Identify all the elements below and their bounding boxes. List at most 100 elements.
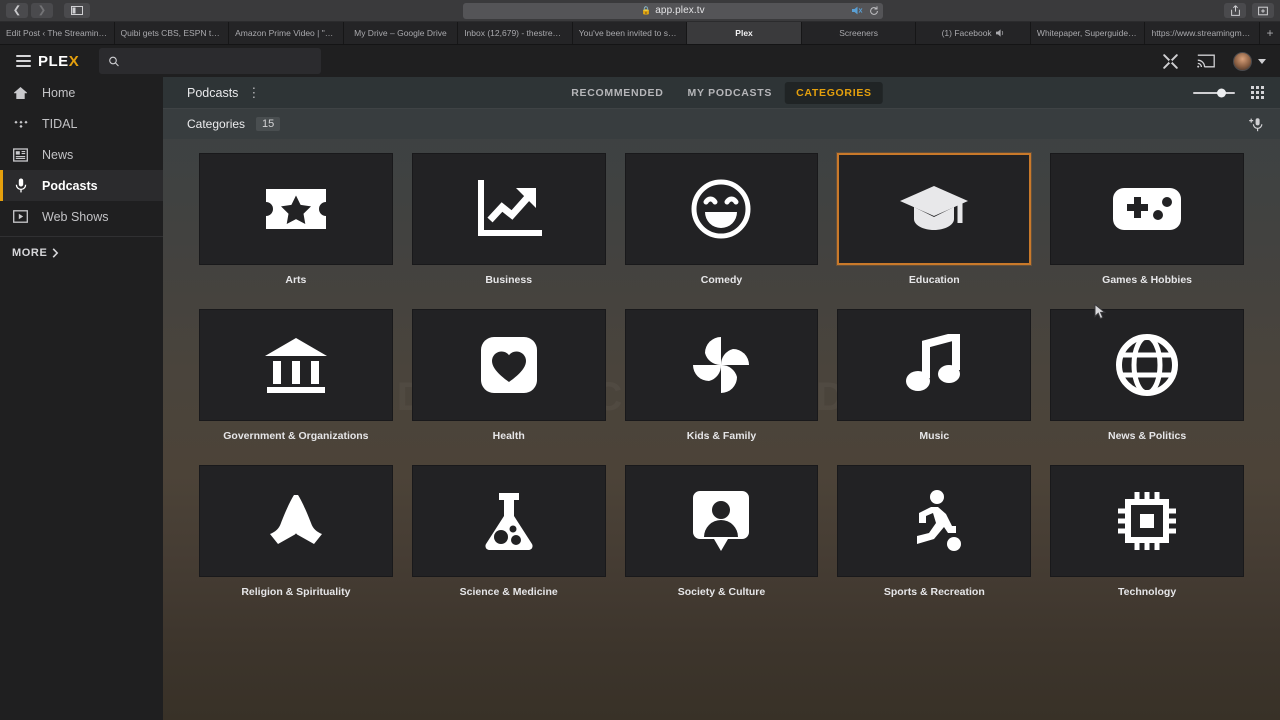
category-tile-society-culture[interactable]: Society & Culture [624, 465, 819, 598]
add-microphone-icon [1249, 118, 1263, 132]
top-bar-actions [1162, 51, 1280, 71]
new-tab-button[interactable] [1252, 3, 1274, 18]
tab-recommended[interactable]: RECOMMENDED [560, 82, 674, 104]
cast-button[interactable] [1197, 54, 1215, 68]
plex-logo-accent: X [68, 52, 80, 70]
sidebar-item-web-shows[interactable]: Web Shows [0, 201, 163, 232]
tile-artwork [199, 465, 393, 577]
browser-tab[interactable]: Whitepaper, Superguides, R... [1031, 22, 1146, 44]
slider-knob[interactable] [1217, 88, 1226, 97]
chevron-down-icon[interactable] [1258, 58, 1266, 64]
tile-label: Society & Culture [677, 586, 766, 598]
wrench-screwdriver-icon [1163, 53, 1178, 69]
browser-tab-label: Quibi gets CBS, ESPN to sig... [120, 28, 223, 38]
browser-tab[interactable]: My Drive – Google Drive [344, 22, 459, 44]
browser-tab-label: You've been invited to share... [578, 28, 681, 38]
tile-size-slider[interactable] [1193, 88, 1235, 97]
tile-label: Education [908, 274, 960, 286]
plex-web-app: PLEX Home TIDAL News Podcasts Web Shows … [0, 45, 1280, 720]
speaker-mute-icon[interactable] [852, 6, 863, 15]
browser-tab-label: Inbox (12,679) - thestreami... [464, 28, 566, 38]
categories-grid: Arts Business Comedy Education Games & H… [163, 139, 1280, 598]
category-tile-education[interactable]: Education [837, 153, 1032, 286]
sidebar-item-home[interactable]: Home [0, 77, 163, 108]
news-icon [12, 147, 29, 162]
reload-icon[interactable] [869, 5, 879, 16]
category-tile-news-politics[interactable]: News & Politics [1050, 309, 1244, 442]
tile-label: Sports & Recreation [883, 586, 985, 598]
tile-artwork [411, 309, 606, 421]
category-tile-business[interactable]: Business [411, 153, 606, 286]
category-tile-government-organizations[interactable]: Government & Organizations [199, 309, 393, 442]
avatar[interactable] [1233, 51, 1252, 71]
tile-label: Music [919, 430, 950, 442]
browser-tab[interactable]: (1) Facebook [916, 22, 1031, 44]
category-tile-music[interactable]: Music [837, 309, 1032, 442]
browser-tab[interactable]: Inbox (12,679) - thestreami... [458, 22, 573, 44]
search-input[interactable] [127, 55, 312, 67]
tile-artwork [199, 309, 393, 421]
slider-track [1193, 91, 1235, 94]
category-tile-kids-family[interactable]: Kids & Family [624, 309, 819, 442]
browser-tab[interactable]: https://www.streamingmedi... [1145, 22, 1261, 44]
gamepad-icon [1113, 188, 1182, 230]
line-chart-up-icon [477, 180, 542, 236]
person-pin-icon [693, 491, 750, 551]
tab-my-podcasts[interactable]: MY PODCASTS [677, 82, 784, 104]
browser-tab[interactable]: Amazon Prime Video | "Tom... [229, 22, 344, 44]
category-tile-arts[interactable]: Arts [199, 153, 393, 286]
browser-tab-active[interactable]: Plex [687, 22, 802, 44]
forward-button[interactable]: ❯ [31, 3, 53, 18]
tile-label: Games & Hobbies [1102, 274, 1193, 286]
browser-tab[interactable]: Quibi gets CBS, ESPN to sig... [115, 22, 230, 44]
browser-toolbar-right [1224, 3, 1274, 18]
lock-icon: 🔒 [641, 6, 652, 15]
browser-tab-label: https://www.streamingmedi... [1151, 28, 1254, 38]
category-tile-comedy[interactable]: Comedy [624, 153, 819, 286]
category-tile-technology[interactable]: Technology [1050, 465, 1244, 598]
tab-categories[interactable]: CATEGORIES [785, 81, 883, 104]
smiley-face-icon [691, 179, 751, 239]
back-button[interactable]: ❮ [6, 3, 28, 18]
browser-tab-strip: Edit Post ‹ The Streaming A... Quibi get… [0, 22, 1280, 45]
grid-view-icon[interactable] [1251, 86, 1264, 99]
tools-button[interactable] [1162, 53, 1179, 70]
sidebar-item-podcasts[interactable]: Podcasts [0, 170, 163, 201]
tab-audio-icon[interactable] [995, 29, 1005, 37]
item-count-badge: 15 [256, 117, 281, 131]
search-box[interactable] [99, 48, 322, 74]
browser-tab-label: Edit Post ‹ The Streaming A... [6, 28, 108, 38]
browser-tab-label: Plex [735, 28, 753, 38]
sidebar-item-tidal[interactable]: TIDAL [0, 108, 163, 139]
share-button[interactable] [1224, 3, 1246, 18]
sub-header: Categories 15 [163, 108, 1280, 139]
new-tab-plus-button[interactable]: + [1260, 22, 1280, 44]
sidebar-toggle-button[interactable] [64, 3, 90, 18]
category-tile-sports-recreation[interactable]: Sports & Recreation [837, 465, 1032, 598]
tile-artwork [199, 153, 393, 265]
category-tile-health[interactable]: Health [411, 309, 606, 442]
add-podcast-button[interactable] [1249, 116, 1264, 132]
more-vertical-icon[interactable]: ⋮ [247, 86, 260, 99]
tidal-icon [12, 118, 29, 130]
browser-tab[interactable]: Edit Post ‹ The Streaming A... [0, 22, 115, 44]
plex-logo-text: PLE [38, 52, 69, 70]
browser-tab-label: My Drive – Google Drive [354, 28, 447, 38]
sidebar-item-news[interactable]: News [0, 139, 163, 170]
plex-logo[interactable]: PLEX [38, 53, 79, 70]
category-tile-religion-spirituality[interactable]: Religion & Spirituality [199, 465, 393, 598]
tile-artwork [1050, 153, 1244, 265]
sidebar-item-label: News [42, 147, 74, 162]
browser-tab[interactable]: Screeners [802, 22, 917, 44]
address-bar[interactable]: 🔒 app.plex.tv [463, 2, 883, 19]
category-tile-games-hobbies[interactable]: Games & Hobbies [1050, 153, 1244, 286]
category-tile-science-medicine[interactable]: Science & Medicine [411, 465, 606, 598]
browser-tab[interactable]: You've been invited to share... [573, 22, 688, 44]
hamburger-menu-icon[interactable] [0, 55, 36, 67]
music-note-icon [906, 334, 961, 391]
tile-artwork [837, 309, 1032, 421]
sidebar-more-button[interactable]: MORE [0, 237, 163, 268]
content-tabs: RECOMMENDED MY PODCASTS CATEGORIES [560, 81, 883, 104]
sidebar-item-label: Web Shows [42, 209, 109, 224]
tile-label: Technology [1118, 586, 1177, 598]
